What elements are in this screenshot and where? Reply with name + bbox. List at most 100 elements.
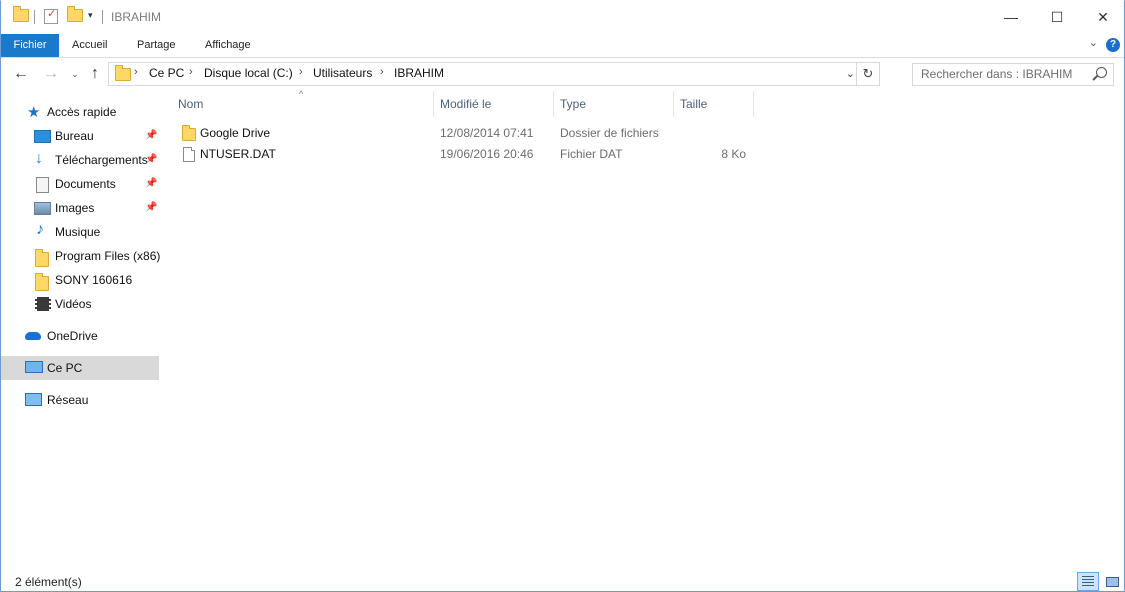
nav-item-sony-160616[interactable]: SONY 160616 <box>1 269 159 291</box>
breadcrumb-separator[interactable]: › <box>380 66 384 78</box>
column-size[interactable]: Taille <box>680 97 707 111</box>
column-divider[interactable] <box>753 91 754 117</box>
nav-item-telechargements[interactable]: ↓ Téléchargements 📌 <box>1 149 159 171</box>
tab-fichier[interactable]: Fichier <box>1 34 59 57</box>
file-modified: 12/08/2014 07:41 <box>440 126 534 140</box>
nav-onedrive[interactable]: OneDrive <box>1 325 159 347</box>
column-name[interactable]: Nom <box>178 97 203 111</box>
tab-partage[interactable]: Partage <box>137 34 176 57</box>
back-arrow-icon[interactable]: ← <box>11 64 31 84</box>
column-divider[interactable] <box>433 91 434 117</box>
breadcrumb-disque-local[interactable]: Disque local (C:) <box>204 66 293 80</box>
nav-item-program-files-x86[interactable]: Program Files (x86) <box>1 245 161 267</box>
star-icon: ★ <box>27 104 41 121</box>
nav-network[interactable]: Réseau <box>1 389 159 411</box>
nav-item-images[interactable]: Images 📌 <box>1 197 159 219</box>
breadcrumb-ibrahim[interactable]: IBRAHIM <box>394 66 444 80</box>
tab-affichage[interactable]: Affichage <box>205 34 251 57</box>
videos-icon <box>35 297 51 311</box>
nav-label: Réseau <box>47 393 89 407</box>
pictures-icon <box>34 202 51 215</box>
recent-locations-icon[interactable]: ⌄ <box>65 64 85 84</box>
nav-label: Vidéos <box>55 297 92 311</box>
chevron-down-icon[interactable]: ⌄ <box>846 67 855 80</box>
maximize-button[interactable]: ☐ <box>1034 0 1080 34</box>
nav-item-musique[interactable]: ♪ Musique <box>1 221 159 243</box>
file-modified: 19/06/2016 20:46 <box>440 147 534 161</box>
large-icons-view-button[interactable] <box>1101 572 1123 591</box>
customize-toolbar-icon[interactable]: ▾ <box>88 10 93 21</box>
nav-this-pc[interactable]: Ce PC <box>1 356 159 380</box>
file-name: Google Drive <box>200 126 271 140</box>
search-box[interactable]: Rechercher dans : IBRAHIM <box>912 63 1114 86</box>
file-size: 8 Ko <box>721 147 746 161</box>
nav-label: SONY 160616 <box>55 273 133 287</box>
file-row[interactable]: Google Drive 12/08/2014 07:41 Dossier de… <box>172 123 772 144</box>
up-arrow-icon[interactable]: ↑ <box>85 64 105 84</box>
nav-label: Images <box>55 201 95 215</box>
folder-icon <box>35 249 49 267</box>
search-icon[interactable] <box>1096 67 1107 78</box>
column-divider[interactable] <box>553 91 554 117</box>
nav-label: Ce PC <box>47 361 83 375</box>
minimize-button[interactable]: — <box>988 0 1034 34</box>
breadcrumb-ce-pc[interactable]: Ce PC <box>149 66 184 80</box>
breadcrumb-utilisateurs[interactable]: Utilisateurs <box>313 66 372 80</box>
navigation-bar: ← → ⌄ ↑ › Ce PC › Disque local (C:) › Ut… <box>1 58 1124 90</box>
tab-accueil[interactable]: Accueil <box>72 34 107 57</box>
cloud-icon <box>25 332 41 340</box>
refresh-icon[interactable]: ↻ <box>856 63 879 85</box>
nav-label: Program Files (x86) <box>55 249 161 263</box>
status-bar: 2 élément(s) <box>1 570 1124 592</box>
network-icon <box>25 393 42 406</box>
file-row[interactable]: NTUSER.DAT 19/06/2016 20:46 Fichier DAT … <box>172 144 772 165</box>
desktop-icon <box>34 130 51 143</box>
breadcrumb-separator[interactable]: › <box>299 66 303 78</box>
details-view-icon <box>1082 576 1094 577</box>
breadcrumb-separator[interactable]: › <box>189 66 193 78</box>
title-bar[interactable]: ✓ ▾ IBRAHIM — ☐ ✕ <box>1 0 1124 34</box>
chevron-down-icon[interactable]: ⌄ <box>1089 36 1098 49</box>
pin-icon[interactable]: 📌 <box>145 154 157 165</box>
pin-icon[interactable]: 📌 <box>145 202 157 213</box>
divider <box>34 10 35 24</box>
folder-icon <box>13 6 29 22</box>
details-view-button[interactable] <box>1077 572 1099 591</box>
nav-item-bureau[interactable]: Bureau 📌 <box>1 125 159 147</box>
help-icon[interactable]: ? <box>1106 38 1120 52</box>
properties-icon[interactable]: ✓ <box>44 8 58 24</box>
nav-quick-access[interactable]: ★ Accès rapide <box>1 101 159 123</box>
folder-icon <box>35 273 49 291</box>
new-folder-icon[interactable] <box>67 6 83 22</box>
column-type[interactable]: Type <box>560 97 586 111</box>
nav-label: Musique <box>55 225 101 239</box>
computer-icon <box>25 361 43 373</box>
folder-icon <box>115 65 131 81</box>
nav-label: OneDrive <box>47 329 98 343</box>
large-icons-view-icon <box>1106 577 1119 587</box>
pin-icon[interactable]: 📌 <box>145 130 157 141</box>
navigation-pane: ★ Accès rapide Bureau 📌 ↓ Téléchargement… <box>1 91 161 561</box>
nav-label: Bureau <box>55 129 94 143</box>
sort-ascending-icon: ^ <box>299 89 304 99</box>
forward-arrow-icon[interactable]: → <box>41 64 61 84</box>
address-bar[interactable]: › Ce PC › Disque local (C:) › Utilisateu… <box>108 62 880 86</box>
column-headers: ^ Nom Modifié le Type Taille <box>172 89 772 117</box>
ribbon-tabs: Fichier Accueil Partage Affichage ⌄ ? <box>1 34 1124 58</box>
close-button[interactable]: ✕ <box>1080 0 1125 34</box>
nav-label: Accès rapide <box>47 105 117 119</box>
documents-icon <box>36 177 49 193</box>
file-icon <box>183 147 195 162</box>
breadcrumb-separator[interactable]: › <box>134 66 138 78</box>
column-modified[interactable]: Modifié le <box>440 97 491 111</box>
item-count: 2 élément(s) <box>15 575 82 589</box>
divider <box>102 10 103 24</box>
nav-item-videos[interactable]: Vidéos <box>1 293 159 315</box>
pin-icon[interactable]: 📌 <box>145 178 157 189</box>
file-type: Fichier DAT <box>560 147 623 161</box>
search-input[interactable]: Rechercher dans : IBRAHIM <box>921 67 1072 81</box>
download-icon: ↓ <box>35 150 43 167</box>
nav-item-documents[interactable]: Documents 📌 <box>1 173 159 195</box>
column-divider[interactable] <box>673 91 674 117</box>
file-name: NTUSER.DAT <box>200 147 276 161</box>
